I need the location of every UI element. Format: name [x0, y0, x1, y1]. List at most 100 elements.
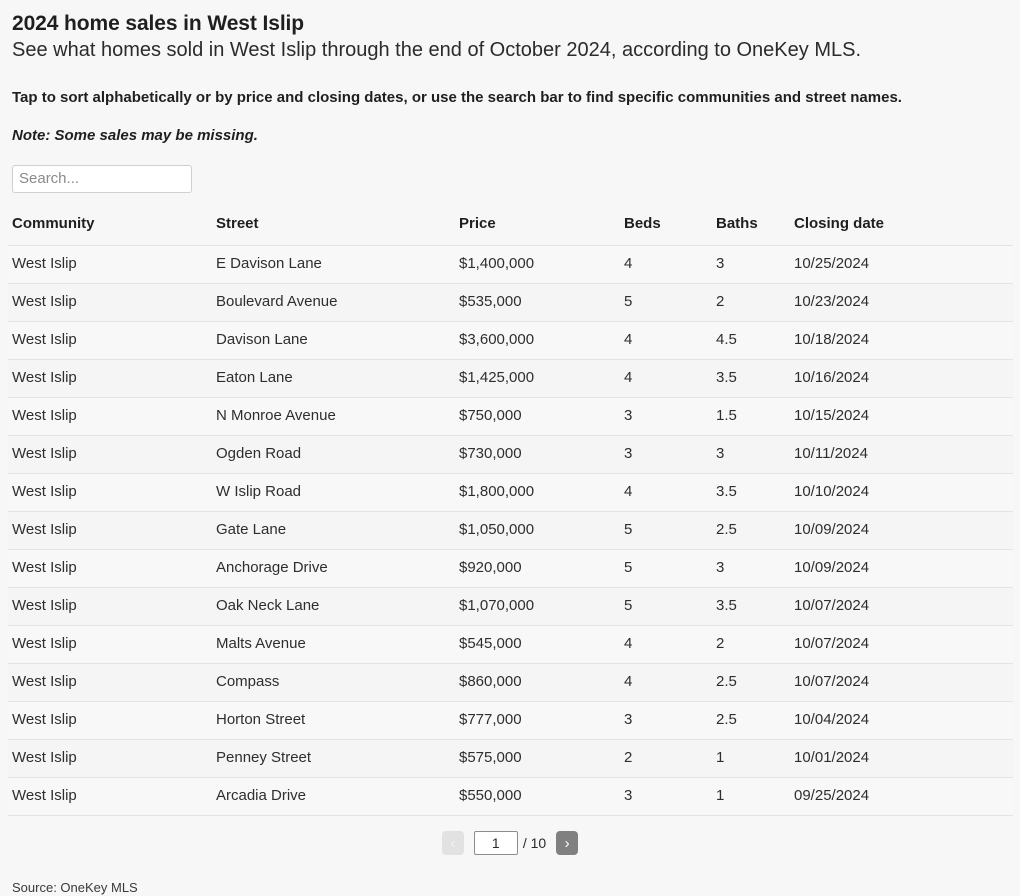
cell-beds: 3 — [620, 777, 712, 816]
cell-price: $550,000 — [455, 777, 620, 816]
pagination-controls: ‹ / 10 › — [8, 816, 1012, 855]
cell-street: W Islip Road — [212, 473, 455, 512]
cell-closing-date: 10/07/2024 — [790, 625, 1013, 664]
sort-instructions: Tap to sort alphabetically or by price a… — [12, 89, 902, 106]
cell-community: West Islip — [8, 321, 212, 360]
cell-price: $545,000 — [455, 625, 620, 664]
total-pages-label: / 10 — [522, 835, 547, 851]
cell-baths: 3.5 — [712, 473, 790, 512]
cell-street: Boulevard Avenue — [212, 283, 455, 322]
cell-baths: 1 — [712, 739, 790, 778]
cell-street: N Monroe Avenue — [212, 397, 455, 436]
cell-beds: 3 — [620, 435, 712, 474]
cell-community: West Islip — [8, 549, 212, 588]
cell-price: $1,800,000 — [455, 473, 620, 512]
table-row: West Islip Oak Neck Lane $1,070,000 5 3.5 10/… — [8, 587, 1013, 626]
table-row: West Islip E Davison Lane $1,400,000 4 3 10/2… — [8, 245, 1013, 284]
cell-baths: 2 — [712, 283, 790, 322]
search-input[interactable] — [12, 165, 192, 193]
cell-community: West Islip — [8, 359, 212, 398]
cell-community: West Islip — [8, 663, 212, 702]
column-header-price[interactable]: Price — [455, 214, 620, 246]
cell-closing-date: 10/09/2024 — [790, 549, 1013, 588]
table-header-row: Community Street Price Beds Baths Closin… — [8, 214, 1013, 246]
cell-beds: 4 — [620, 663, 712, 702]
cell-community: West Islip — [8, 283, 212, 322]
column-header-community[interactable]: Community — [8, 214, 212, 246]
cell-beds: 4 — [620, 359, 712, 398]
cell-street: Oak Neck Lane — [212, 587, 455, 626]
cell-street: Anchorage Drive — [212, 549, 455, 588]
cell-beds: 4 — [620, 321, 712, 360]
cell-community: West Islip — [8, 701, 212, 740]
column-header-beds[interactable]: Beds — [620, 214, 712, 246]
cell-price: $575,000 — [455, 739, 620, 778]
cell-baths: 1.5 — [712, 397, 790, 436]
home-sales-page: 2024 home sales in West Islip See what h… — [0, 0, 1020, 895]
page-number-input[interactable] — [473, 831, 518, 855]
cell-street: E Davison Lane — [212, 245, 455, 284]
cell-closing-date: 10/23/2024 — [790, 283, 1013, 322]
table-row: West Islip Horton Street $777,000 3 2.5 10/04… — [8, 701, 1013, 740]
column-header-closing-date[interactable]: Closing date — [790, 214, 1013, 246]
table-row: West Islip N Monroe Avenue $750,000 3 1.5 10/… — [8, 397, 1013, 436]
home-sales-table: Community Street Price Beds Baths Closin… — [8, 214, 1013, 816]
cell-community: West Islip — [8, 739, 212, 778]
cell-closing-date: 10/11/2024 — [790, 435, 1013, 474]
cell-closing-date: 10/10/2024 — [790, 473, 1013, 512]
cell-baths: 2.5 — [712, 511, 790, 550]
cell-baths: 3 — [712, 245, 790, 284]
cell-street: Davison Lane — [212, 321, 455, 360]
cell-baths: 3.5 — [712, 587, 790, 626]
cell-street: Arcadia Drive — [212, 777, 455, 816]
cell-price: $1,425,000 — [455, 359, 620, 398]
cell-price: $860,000 — [455, 663, 620, 702]
search-container — [8, 146, 1012, 193]
column-header-baths[interactable]: Baths — [712, 214, 790, 246]
cell-baths: 2.5 — [712, 701, 790, 740]
cell-beds: 2 — [620, 739, 712, 778]
cell-community: West Islip — [8, 777, 212, 816]
cell-beds: 3 — [620, 701, 712, 740]
cell-baths: 3 — [712, 549, 790, 588]
table-row: West Islip W Islip Road $1,800,000 4 3.5 10/1… — [8, 473, 1013, 512]
table-row: West Islip Anchorage Drive $920,000 5 3 10/09… — [8, 549, 1013, 588]
cell-closing-date: 10/04/2024 — [790, 701, 1013, 740]
cell-community: West Islip — [8, 473, 212, 512]
missing-sales-note: Note: Some sales may be missing. — [12, 127, 258, 144]
cell-community: West Islip — [8, 511, 212, 550]
cell-beds: 3 — [620, 397, 712, 436]
table-row: West Islip Davison Lane $3,600,000 4 4.5 10/1… — [8, 321, 1013, 360]
cell-beds: 4 — [620, 245, 712, 284]
page-number-group: / 10 — [473, 831, 547, 855]
cell-closing-date: 10/07/2024 — [790, 587, 1013, 626]
cell-closing-date: 09/25/2024 — [790, 777, 1013, 816]
cell-street: Compass — [212, 663, 455, 702]
cell-beds: 5 — [620, 511, 712, 550]
previous-page-button[interactable]: ‹ — [441, 831, 464, 855]
column-header-street[interactable]: Street — [212, 214, 455, 246]
table-row: West Islip Gate Lane $1,050,000 5 2.5 10/09/2… — [8, 511, 1013, 550]
cell-closing-date: 10/09/2024 — [790, 511, 1013, 550]
cell-baths: 3.5 — [712, 359, 790, 398]
cell-price: $535,000 — [455, 283, 620, 322]
cell-beds: 4 — [620, 625, 712, 664]
cell-price: $1,050,000 — [455, 511, 620, 550]
cell-baths: 2 — [712, 625, 790, 664]
cell-street: Ogden Road — [212, 435, 455, 474]
cell-closing-date: 10/01/2024 — [790, 739, 1013, 778]
table-row: West Islip Penney Street $575,000 2 1 10/01/2… — [8, 739, 1013, 778]
cell-price: $777,000 — [455, 701, 620, 740]
cell-closing-date: 10/25/2024 — [790, 245, 1013, 284]
cell-beds: 5 — [620, 283, 712, 322]
cell-closing-date: 10/18/2024 — [790, 321, 1013, 360]
cell-beds: 4 — [620, 473, 712, 512]
cell-closing-date: 10/15/2024 — [790, 397, 1013, 436]
table-row: West Islip Boulevard Avenue $535,000 5 2 10/2… — [8, 283, 1013, 322]
sales-table-container: Community Street Price Beds Baths Closin… — [8, 193, 1013, 816]
cell-closing-date: 10/16/2024 — [790, 359, 1013, 398]
cell-baths: 1 — [712, 777, 790, 816]
next-page-button[interactable]: › — [556, 831, 579, 855]
cell-price: $750,000 — [455, 397, 620, 436]
page-subtitle: See what homes sold in West Islip throug… — [12, 39, 862, 61]
